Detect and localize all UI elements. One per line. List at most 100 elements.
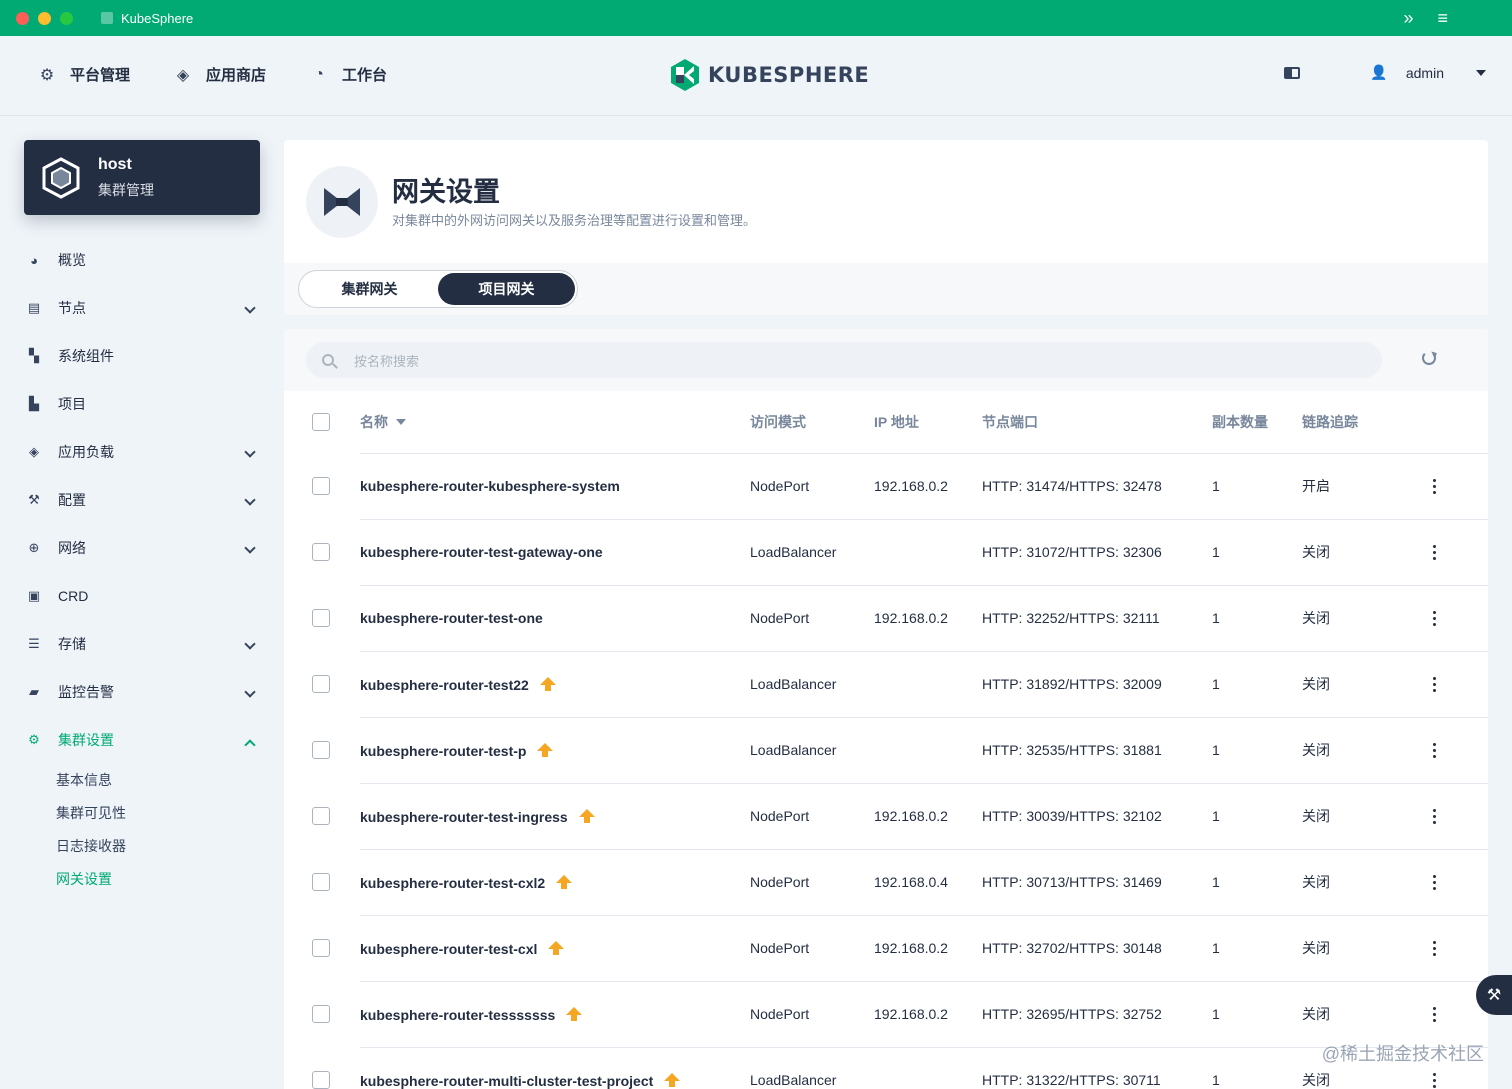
gateway-name[interactable]: kubesphere-router-test-cxl (360, 941, 537, 957)
table-row[interactable]: kubesphere-router-tesssssss NodePort 192.1… (284, 980, 1488, 1047)
sidebar-item-monitoring[interactable]: ▰ 监控告警 (24, 668, 260, 716)
table-row[interactable]: kubesphere-router-test-ingress NodePort 19… (284, 782, 1488, 849)
upgrade-arrow-icon[interactable] (578, 808, 596, 824)
gateway-name[interactable]: kubesphere-router-kubesphere-system (360, 478, 620, 494)
minimize-window-button[interactable] (38, 11, 51, 25)
table-row[interactable]: kubesphere-router-test-gateway-one LoadBa… (284, 518, 1488, 585)
more-actions-icon[interactable] (1432, 874, 1436, 890)
tab-cluster-gateway[interactable]: 集群网关 (301, 273, 438, 305)
nav-app-store[interactable]: ◈ 应用商店 (174, 64, 266, 85)
table-row[interactable]: kubesphere-router-test-one NodePort 192.16… (284, 584, 1488, 651)
gateway-name[interactable]: kubesphere-router-tesssssss (360, 1007, 555, 1023)
sidebar-item-overview[interactable]: ◕ 概览 (24, 236, 260, 284)
row-checkbox[interactable] (312, 1005, 330, 1023)
more-actions-icon[interactable] (1432, 1072, 1436, 1088)
sidebar-item-system-components[interactable]: ▚ 系统组件 (24, 332, 260, 380)
table-row[interactable]: kubesphere-router-multi-cluster-test-pro… (284, 1046, 1488, 1089)
sidebar-item-nodes[interactable]: ▤ 节点 (24, 284, 260, 332)
gateway-name-cell[interactable]: kubesphere-router-tesssssss (360, 980, 750, 1047)
sidebar-item-projects[interactable]: ▙ 项目 (24, 380, 260, 428)
sidebar-item-storage[interactable]: ☰ 存储 (24, 620, 260, 668)
gateway-name[interactable]: kubesphere-router-test-cxl2 (360, 875, 545, 891)
kubesphere-logo-icon (671, 59, 699, 91)
gateway-name[interactable]: kubesphere-router-multi-cluster-test-pro… (360, 1073, 653, 1089)
more-actions-icon[interactable] (1432, 544, 1436, 560)
column-header-name[interactable]: 名称 (360, 391, 750, 453)
sidebar-item-workloads[interactable]: ◈ 应用负载 (24, 428, 260, 476)
more-actions-icon[interactable] (1432, 478, 1436, 494)
node-ports-cell: HTTP: 31474/HTTPS: 32478 (982, 452, 1212, 519)
hamburger-menu-icon[interactable]: ≡ (1437, 8, 1448, 28)
gateway-name[interactable]: kubesphere-router-test-gateway-one (360, 544, 603, 560)
upgrade-arrow-icon[interactable] (539, 676, 557, 692)
gateway-name-cell[interactable]: kubesphere-router-test-cxl2 (360, 848, 750, 915)
gateway-name[interactable]: kubesphere-router-test-one (360, 610, 543, 626)
search-input[interactable]: 按名称搜索 (306, 342, 1382, 378)
row-checkbox[interactable] (312, 1071, 330, 1089)
nav-workbench[interactable]: ◔ 工作台 (310, 64, 387, 85)
submenu-gateway-settings[interactable]: 网关设置 (56, 863, 260, 896)
select-all-checkbox[interactable] (312, 413, 330, 431)
cluster-card[interactable]: host 集群管理 (24, 140, 260, 215)
row-checkbox[interactable] (312, 477, 330, 495)
kubesphere-logo[interactable]: KUBESPHERE (670, 58, 869, 92)
more-actions-icon[interactable] (1432, 742, 1436, 758)
tools-float-button[interactable]: ⚒ (1476, 975, 1512, 1015)
more-actions-icon[interactable] (1432, 676, 1436, 692)
sidebar-item-configuration[interactable]: ⚒ 配置 (24, 476, 260, 524)
gateway-name-cell[interactable]: kubesphere-router-test-p (360, 716, 750, 783)
gateway-name[interactable]: kubesphere-router-test22 (360, 677, 529, 693)
sort-caret-icon[interactable] (396, 418, 406, 425)
more-actions-icon[interactable] (1432, 610, 1436, 626)
sidebar-item-label: 配置 (58, 492, 86, 508)
submenu-log-receivers[interactable]: 日志接收器 (56, 830, 260, 863)
gateway-name[interactable]: kubesphere-router-test-p (360, 743, 526, 759)
double-chevron-right-icon[interactable]: » (1403, 8, 1413, 28)
node-ports-cell: HTTP: 32695/HTTPS: 32752 (982, 980, 1212, 1047)
gateway-name-cell[interactable]: kubesphere-router-test22 (360, 650, 750, 717)
gateway-name-cell[interactable]: kubesphere-router-test-one (360, 584, 750, 651)
row-checkbox[interactable] (312, 807, 330, 825)
user-menu-caret-icon[interactable] (1476, 69, 1486, 76)
upgrade-arrow-icon[interactable] (547, 940, 565, 956)
more-actions-icon[interactable] (1432, 808, 1436, 824)
sidebar-item-network[interactable]: ⊕ 网络 (24, 524, 260, 572)
submenu-cluster-visibility[interactable]: 集群可见性 (56, 797, 260, 830)
sidebar-item-cluster-settings[interactable]: ⚙ 集群设置 (24, 716, 260, 764)
gateway-name-cell[interactable]: kubesphere-router-test-ingress (360, 782, 750, 849)
table-row[interactable]: kubesphere-router-test-p LoadBalancer HTTP… (284, 716, 1488, 783)
gateway-name-cell[interactable]: kubesphere-router-multi-cluster-test-pro… (360, 1046, 750, 1089)
refresh-icon[interactable] (1422, 351, 1436, 365)
upgrade-arrow-icon[interactable] (536, 742, 554, 758)
row-checkbox[interactable] (312, 609, 330, 627)
submenu-basic-info[interactable]: 基本信息 (56, 764, 260, 797)
row-checkbox-cell (284, 453, 360, 519)
sidebar-item-crd[interactable]: ▣ CRD (24, 572, 260, 620)
gateway-name-cell[interactable]: kubesphere-router-test-cxl (360, 914, 750, 981)
gateway-name-cell[interactable]: kubesphere-router-kubesphere-system (360, 452, 750, 519)
upgrade-arrow-icon[interactable] (565, 1006, 583, 1022)
table-row[interactable]: kubesphere-router-test-cxl NodePort 192.16… (284, 914, 1488, 981)
row-checkbox[interactable] (312, 741, 330, 759)
upgrade-arrow-icon[interactable] (555, 874, 573, 890)
row-checkbox[interactable] (312, 543, 330, 561)
table-row[interactable]: kubesphere-router-kubesphere-system NodeP… (284, 452, 1488, 519)
row-checkbox[interactable] (312, 675, 330, 693)
nav-platform-management[interactable]: ⚙ 平台管理 (38, 64, 130, 85)
page-title: 网关设置 (392, 177, 500, 207)
gateway-name-cell[interactable]: kubesphere-router-test-gateway-one (360, 518, 750, 585)
table-row[interactable]: kubesphere-router-test22 LoadBalancer HTTP… (284, 650, 1488, 717)
more-actions-icon[interactable] (1432, 940, 1436, 956)
upgrade-arrow-icon[interactable] (663, 1072, 681, 1088)
gateway-name[interactable]: kubesphere-router-test-ingress (360, 809, 568, 825)
layout-toggle-icon[interactable] (1284, 66, 1301, 79)
table-row[interactable]: kubesphere-router-test-cxl2 NodePort 192.1… (284, 848, 1488, 915)
tab-project-gateway[interactable]: 项目网关 (438, 273, 575, 305)
table-toolbar: 按名称搜索 (284, 329, 1488, 391)
user-name[interactable]: admin (1406, 65, 1444, 81)
row-checkbox[interactable] (312, 873, 330, 891)
close-window-button[interactable] (16, 11, 29, 25)
more-actions-icon[interactable] (1432, 1006, 1436, 1022)
zoom-window-button[interactable] (60, 11, 73, 25)
row-checkbox[interactable] (312, 939, 330, 957)
